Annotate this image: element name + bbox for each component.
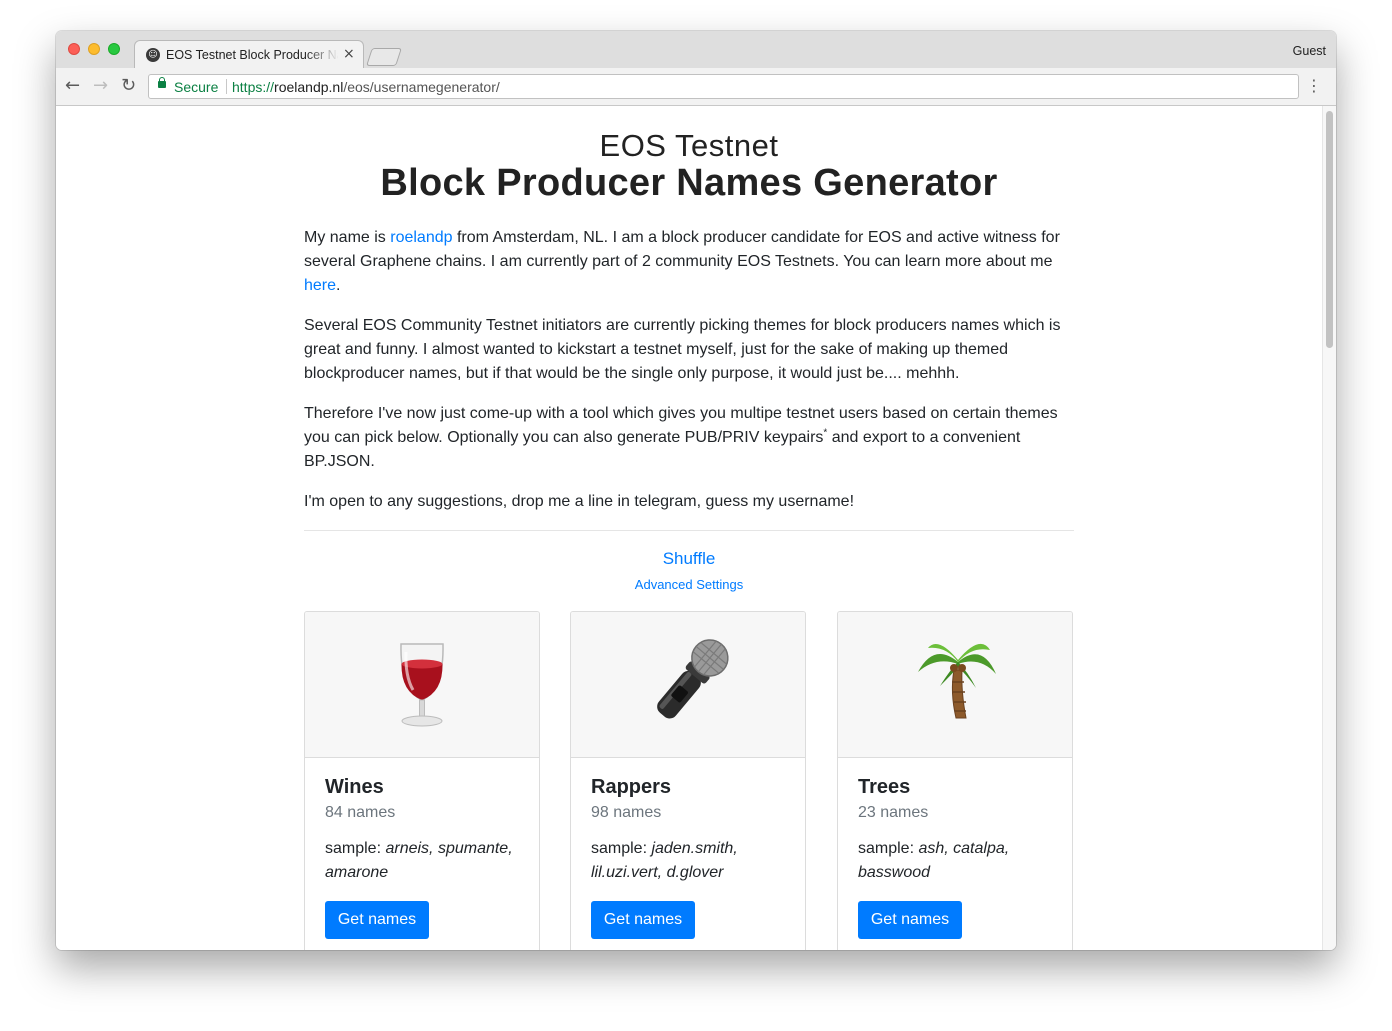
maximize-window-button[interactable]	[108, 43, 120, 55]
reload-icon[interactable]: ↻	[121, 77, 136, 95]
intro-paragraph-2: Several EOS Community Testnet initiators…	[304, 317, 1061, 382]
theme-card-trees: Trees 23 names sample: ash, catalpa, bas…	[837, 611, 1073, 950]
card-sample: sample: arneis, spumante, amarone	[325, 837, 525, 885]
forward-arrow-icon[interactable]: →	[93, 77, 108, 95]
card-name-count: 84 names	[325, 804, 396, 821]
page-scrollbar[interactable]	[1322, 106, 1336, 950]
new-tab-button[interactable]	[366, 48, 402, 66]
card-sample: sample: jaden.smith, lil.uzi.vert, d.glo…	[591, 837, 791, 885]
back-arrow-icon[interactable]: ←	[65, 77, 80, 95]
sample-label: sample:	[858, 840, 919, 857]
card-name-count: 98 names	[591, 804, 662, 821]
card-title: Wines	[325, 776, 384, 798]
intro-paragraph-3: Therefore I've now just come-up with a t…	[304, 402, 1074, 474]
card-image	[838, 612, 1072, 758]
shuffle-link[interactable]: Shuffle	[56, 549, 1322, 569]
roelandp-link[interactable]: roelandp	[390, 229, 452, 246]
menu-dots-icon[interactable]: ⋮	[1306, 77, 1322, 95]
url-host: roelandp.nl	[274, 79, 344, 95]
intro-text-span: .	[336, 277, 341, 294]
card-image	[571, 612, 805, 758]
tab-close-icon[interactable]: ×	[343, 46, 355, 62]
minimize-window-button[interactable]	[88, 43, 100, 55]
wine-glass-icon	[400, 643, 444, 727]
url-path: /eos/usernamegenerator/	[343, 79, 500, 95]
scrollbar-thumb[interactable]	[1326, 111, 1333, 348]
page-viewport: EOS Testnet Block Producer Names Generat…	[56, 106, 1322, 950]
page-title: Block Producer Names Generator	[380, 162, 998, 204]
browser-window: ☺ EOS Testnet Block Producer Names Gener…	[56, 31, 1336, 950]
theme-card-wines: Wines 84 names sample: arneis, spumante,…	[304, 611, 540, 950]
get-names-button[interactable]: Get names	[858, 901, 962, 939]
get-names-button[interactable]: Get names	[325, 901, 429, 939]
favicon-icon: ☺	[146, 48, 160, 62]
page-subtitle: EOS Testnet	[599, 128, 779, 163]
here-link[interactable]: here	[304, 277, 336, 294]
address-separator	[226, 79, 227, 94]
card-image	[305, 612, 539, 758]
card-title: Trees	[858, 776, 911, 798]
divider	[304, 530, 1074, 531]
address-bar[interactable]: Secure https://roelandp.nl/eos/usernameg…	[148, 74, 1299, 99]
browser-tab[interactable]: ☺ EOS Testnet Block Producer Names Gener…	[134, 40, 364, 69]
theme-card-rappers: Rappers 98 names sample: jaden.smith, li…	[570, 611, 806, 950]
intro-text: My name is roelandp from Amsterdam, NL. …	[304, 226, 1074, 530]
advanced-settings-link[interactable]: Advanced Settings	[56, 577, 1322, 592]
lock-icon	[158, 77, 166, 88]
url-text[interactable]: https://roelandp.nl/eos/usernamegenerato…	[232, 79, 500, 95]
intro-paragraph-4: I'm open to any suggestions, drop me a l…	[304, 493, 855, 510]
sample-label: sample:	[591, 840, 652, 857]
card-sample: sample: ash, catalpa, basswood	[858, 837, 1058, 885]
url-scheme: https://	[232, 79, 275, 95]
profile-name[interactable]: Guest	[1293, 44, 1326, 58]
palm-tree-icon	[918, 643, 996, 719]
close-window-button[interactable]	[68, 43, 80, 55]
title-bar: ☺ EOS Testnet Block Producer Names Gener…	[56, 31, 1336, 69]
secure-label: Secure	[174, 79, 219, 95]
get-names-button[interactable]: Get names	[591, 901, 695, 939]
intro-text-span: My name is	[304, 229, 391, 246]
card-title: Rappers	[591, 776, 672, 798]
microphone-icon	[657, 639, 729, 719]
card-name-count: 23 names	[858, 804, 929, 821]
intro-paragraph-1: My name is roelandp from Amsterdam, NL. …	[304, 226, 1074, 298]
tab-title-fade	[305, 45, 339, 65]
browser-toolbar: ← → ↻ Secure https://roelandp.nl/eos/use…	[56, 68, 1336, 106]
sample-label: sample:	[325, 840, 386, 857]
